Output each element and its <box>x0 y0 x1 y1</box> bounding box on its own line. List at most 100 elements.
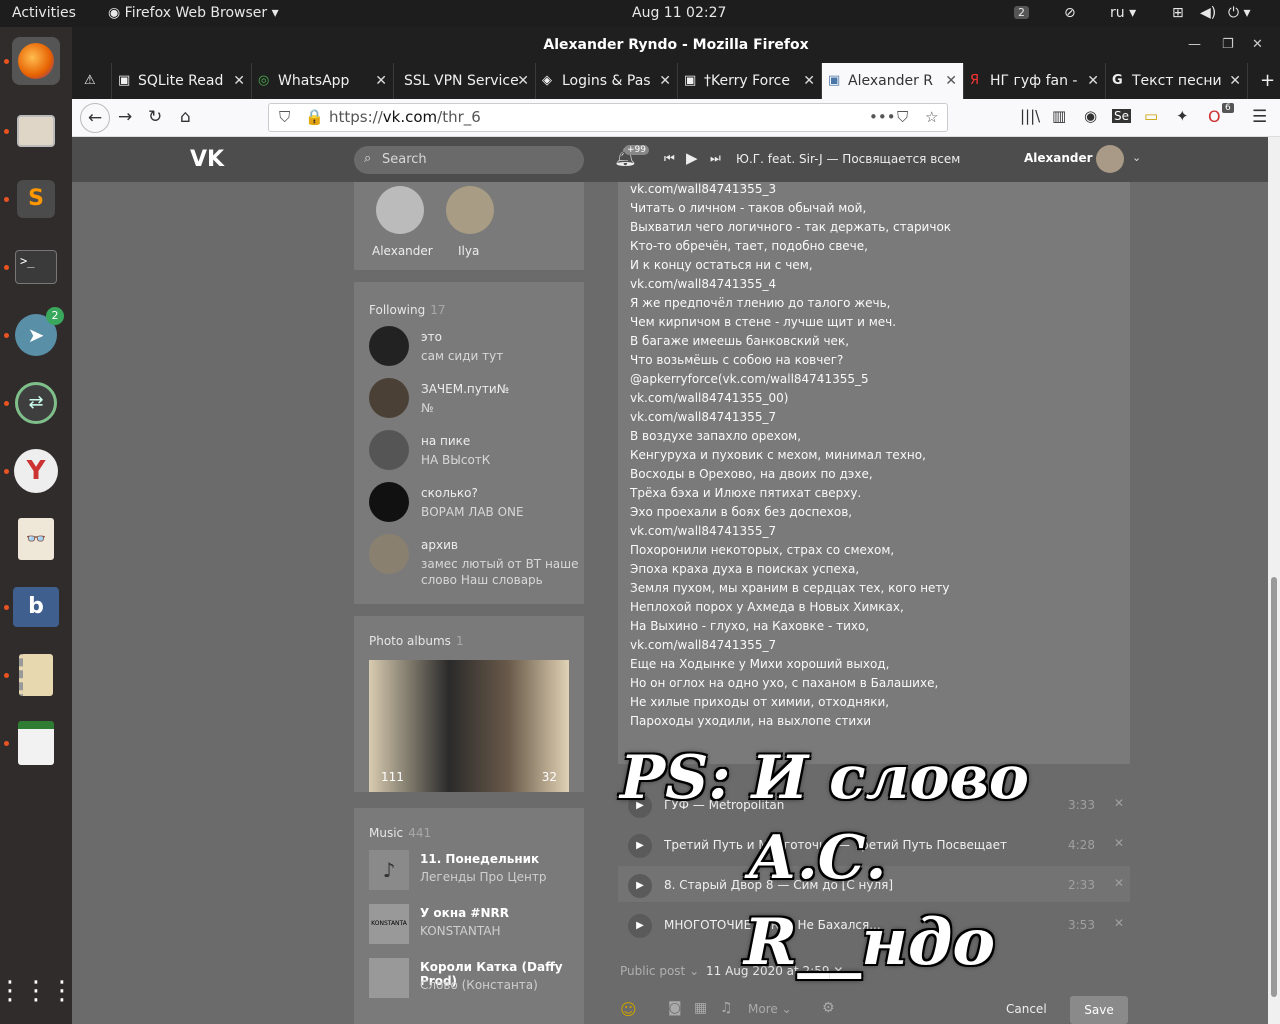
files-icon[interactable] <box>12 107 60 155</box>
activities-button[interactable]: Activities <box>12 5 76 21</box>
volume-icon[interactable]: ◀) <box>1200 5 1216 21</box>
network-icon[interactable]: ⊞ <box>1172 5 1184 21</box>
lock-icon[interactable]: 🔒 <box>305 104 324 131</box>
community-avatar[interactable] <box>369 430 409 470</box>
extension-github-icon[interactable]: ✦ <box>1176 107 1189 125</box>
bookmark-star-icon[interactable]: ☆ <box>925 104 938 131</box>
tab-close-icon[interactable]: ✕ <box>803 63 815 99</box>
account-icon[interactable]: ◉ <box>1084 107 1097 125</box>
now-playing[interactable]: Ю.Г. feat. Sir-J — Посвящается всем <box>736 152 960 166</box>
url-text[interactable]: https://vk.com/thr_6 <box>329 104 481 131</box>
tab-close-icon[interactable]: ✕ <box>659 63 671 99</box>
page-actions-icon[interactable]: ••• <box>869 104 896 131</box>
tab-whatsapp[interactable]: ◎ WhatsApp ✕ <box>252 63 394 99</box>
community-name[interactable]: ЗАЧЕМ.пути№ <box>421 382 509 396</box>
friend-avatar[interactable] <box>446 186 494 234</box>
emoji-icon[interactable]: ☺ <box>620 1000 637 1019</box>
home-button[interactable]: ⌂ <box>180 107 191 127</box>
tab-alexander[interactable]: ▣ Alexander R ✕ <box>822 63 964 99</box>
camera-icon[interactable]: ◙ <box>668 1000 682 1016</box>
play-icon[interactable]: ▶ <box>628 914 652 938</box>
friend-name[interactable]: Ilya <box>458 244 479 258</box>
mail-client-icon[interactable]: b <box>12 583 60 631</box>
show-applications-icon[interactable]: ⋮⋮⋮ <box>0 967 75 1015</box>
library-icon[interactable]: |||\ <box>1020 107 1040 125</box>
community-avatar[interactable] <box>369 534 409 574</box>
remove-track-icon[interactable]: ✕ <box>1114 796 1124 810</box>
user-name[interactable]: Alexander <box>1024 151 1093 165</box>
community-name[interactable]: на пике <box>421 434 470 448</box>
vpn-icon[interactable]: ⊘ <box>1064 5 1076 21</box>
back-button[interactable]: ← <box>80 103 110 133</box>
notification-badge[interactable]: 2 <box>1014 6 1029 19</box>
prev-track-icon[interactable]: ⏮ <box>664 151 675 166</box>
firefox-icon[interactable] <box>12 37 60 85</box>
more-attachments-dropdown[interactable]: More ⌄ <box>748 1002 792 1016</box>
extension-se-icon[interactable]: Se <box>1112 109 1131 123</box>
music-note-icon[interactable]: ♪ <box>369 850 409 890</box>
tab-kerry-force[interactable]: ▣ †Kerry Force ✕ <box>678 63 822 99</box>
play-icon[interactable]: ▶ <box>628 834 652 858</box>
tab-close-icon[interactable]: ✕ <box>945 63 957 99</box>
user-avatar[interactable] <box>1096 145 1124 173</box>
extension-opera-icon[interactable]: O <box>1208 107 1221 126</box>
photo-album-cover[interactable]: 111 32 <box>369 660 569 792</box>
community-avatar[interactable] <box>369 378 409 418</box>
music-track-title[interactable]: 11. Понедельник <box>420 852 539 866</box>
tracking-shield-icon[interactable]: ⛉ <box>279 104 290 131</box>
post-visibility-dropdown[interactable]: Public post ⌄ <box>620 964 699 978</box>
music-track-artist[interactable]: Слово (Константа) <box>420 978 538 992</box>
play-icon[interactable]: ▶ <box>686 149 698 167</box>
yandex-browser-icon[interactable]: Y <box>12 447 60 495</box>
page-scrollbar[interactable] <box>1268 137 1280 1024</box>
close-button[interactable]: ✕ <box>1252 27 1263 63</box>
maximize-button[interactable]: ❐ <box>1222 27 1234 63</box>
document-viewer-icon[interactable]: 👓 <box>12 515 60 563</box>
tab-sqlite[interactable]: ▣ SQLite Read ✕ <box>112 63 252 99</box>
forward-button[interactable]: → <box>118 107 132 127</box>
tab-close-icon[interactable]: ✕ <box>233 63 245 99</box>
clock[interactable]: Aug 11 02:27 <box>632 5 726 21</box>
menu-icon[interactable]: ☰ <box>1252 107 1267 127</box>
power-icon[interactable]: ⏻ ▾ <box>1228 5 1251 21</box>
remove-track-icon[interactable]: ✕ <box>1114 876 1124 890</box>
tab-logins[interactable]: ◈ Logins & Pas ✕ <box>536 63 678 99</box>
tab-lyrics[interactable]: G Текст песни ✕ <box>1106 63 1248 99</box>
community-name[interactable]: это <box>421 330 442 344</box>
telegram-icon[interactable]: ➤ 2 <box>12 307 64 359</box>
community-avatar[interactable] <box>369 326 409 366</box>
friend-avatar[interactable] <box>376 186 424 234</box>
terminal-icon[interactable]: >_ <box>12 243 60 291</box>
track-cover[interactable]: KONSTANTA <box>369 904 409 944</box>
remove-track-icon[interactable]: ✕ <box>1114 916 1124 930</box>
reload-button[interactable]: ↻ <box>148 107 162 127</box>
music-track-title[interactable]: У окна #NRR <box>420 906 509 920</box>
community-avatar[interactable] <box>369 482 409 522</box>
vk-search-input[interactable]: ⌕ Search <box>354 146 584 174</box>
extension-icon[interactable]: ▭ <box>1144 107 1158 125</box>
remove-track-icon[interactable]: ✕ <box>1114 836 1124 850</box>
tab-close-icon[interactable]: ✕ <box>517 63 529 99</box>
minimize-button[interactable]: — <box>1188 27 1201 63</box>
following-header[interactable]: Following 17 <box>369 299 446 318</box>
photo-albums-header[interactable]: Photo albums 1 <box>369 630 464 649</box>
scrollbar-thumb[interactable] <box>1271 577 1277 997</box>
tab-warning[interactable]: ⚠ <box>72 63 112 99</box>
cancel-button[interactable]: Cancel <box>1006 1002 1047 1016</box>
play-icon[interactable]: ▶ <box>628 874 652 898</box>
post-editor[interactable]: vk.com/wall84741355_3 Читать о личном - … <box>618 182 1130 764</box>
tab-close-icon[interactable]: ✕ <box>375 63 387 99</box>
music-icon[interactable]: ♫ <box>720 1000 733 1016</box>
url-bar[interactable]: ⛉ 🔒 https://vk.com/thr_6 ••• ⛉ ☆ <box>268 103 948 132</box>
community-name[interactable]: сколько? <box>421 486 478 500</box>
friend-name[interactable]: Alexander <box>372 244 433 258</box>
pocket-icon[interactable]: ⛉ <box>897 104 908 131</box>
sidebar-icon[interactable]: ▥ <box>1052 107 1066 125</box>
next-track-icon[interactable]: ⏭ <box>710 151 721 166</box>
app-menu[interactable]: ◉ Firefox Web Browser ▾ <box>108 5 279 21</box>
archive-manager-icon[interactable] <box>12 651 60 699</box>
music-header[interactable]: Music 441 <box>369 822 431 841</box>
music-track-artist[interactable]: KONSTANTAH <box>420 924 500 938</box>
tab-ng-guf[interactable]: Я НГ гуф fan - ✕ <box>964 63 1106 99</box>
video-icon[interactable]: ▦ <box>694 1000 707 1016</box>
